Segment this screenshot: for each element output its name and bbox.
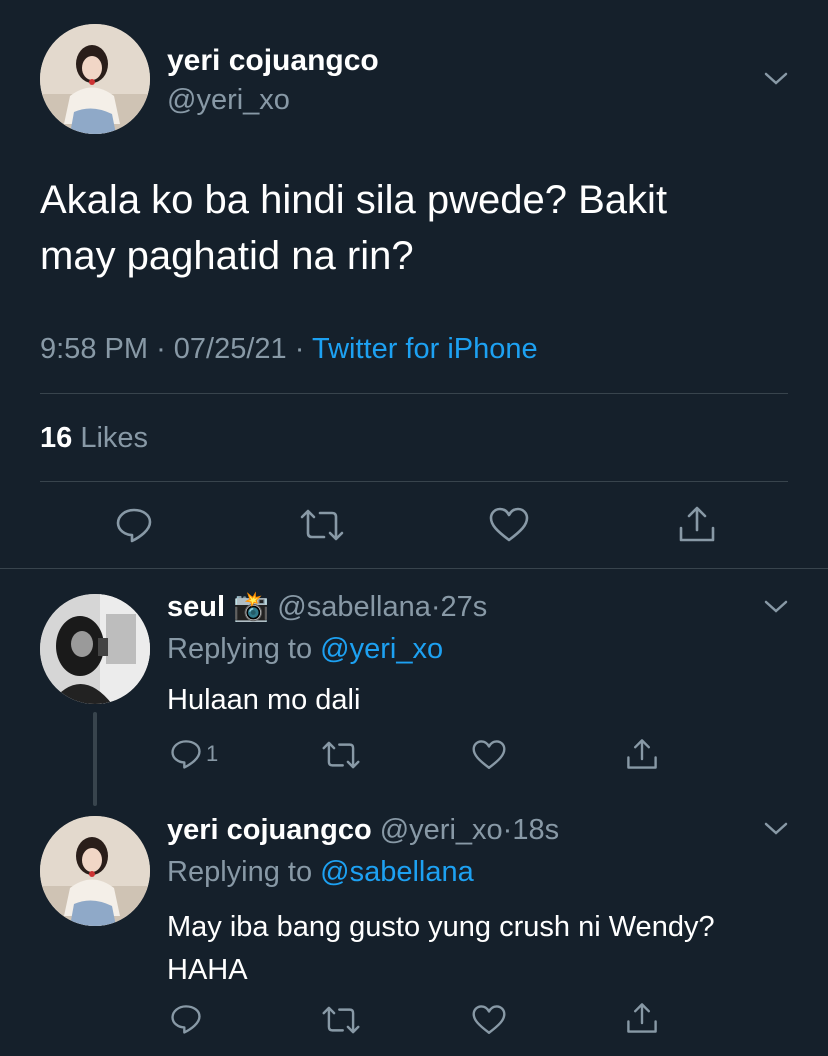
replying-to: Replying to @sabellana [167,856,474,889]
tweet-meta: 9:58 PM · 07/25/21 · Twitter for iPhone [40,333,538,366]
like-icon[interactable] [472,1004,506,1036]
avatar[interactable] [40,816,150,926]
chevron-down-icon[interactable] [763,820,789,838]
reply-time: 18s [512,814,560,846]
tweet-date: 07/25/21 [173,333,287,365]
retweet-icon[interactable] [322,1004,360,1036]
replying-to-label: Replying to [167,633,313,665]
username[interactable]: @yeri_xo [380,814,503,846]
like-icon[interactable] [472,739,506,771]
avatar[interactable] [40,24,150,134]
replying-to: Replying to @yeri_xo [167,633,443,666]
reply-header: seul 📸 @sabellana·27s [167,590,487,624]
username[interactable]: @yeri_xo [167,84,290,117]
reply-icon[interactable] [115,507,153,543]
reply-text: May iba bang gusto yung crush ni Wendy? … [167,906,807,992]
reply-action[interactable]: 1 [170,738,218,770]
chevron-down-icon[interactable] [763,70,789,88]
reply-text-line: HAHA [167,954,248,986]
share-icon[interactable] [677,504,717,544]
reply-count: 1 [206,741,219,766]
likes-count: 16 [40,422,73,454]
separator-dot: · [502,814,513,846]
reply-icon[interactable] [170,738,202,770]
tweet-text-line: may paghatid na rin? [40,234,414,278]
username[interactable]: @sabellana [277,591,431,623]
share-icon[interactable] [625,736,659,772]
divider [40,393,788,394]
display-name[interactable]: yeri cojuangco [167,814,372,846]
replying-to-handle[interactable]: @sabellana [320,856,474,888]
share-icon[interactable] [625,1000,659,1036]
reply-time: 27s [440,591,488,623]
reply-text: Hulaan mo dali [167,684,361,716]
replying-to-handle[interactable]: @yeri_xo [320,633,443,665]
retweet-icon[interactable] [300,507,344,543]
reply-icon[interactable] [170,1003,202,1035]
separator-dot: · [430,591,441,623]
divider [40,481,788,482]
display-name[interactable]: seul [167,591,225,623]
separator-dot: · [156,333,166,365]
tweet-source-link[interactable]: Twitter for iPhone [312,333,538,365]
camera-flash-emoji: 📸 [233,591,270,623]
tweet-time: 9:58 PM [40,333,148,365]
tweet-text: Akala ko ba hindi sila pwede? Bakit may … [40,172,800,284]
chevron-down-icon[interactable] [763,598,789,616]
thread-line [93,712,97,806]
display-name[interactable]: yeri cojuangco [167,44,379,78]
separator-dot: · [294,333,305,365]
reply-header: yeri cojuangco @yeri_xo·18s [167,814,559,847]
replying-to-label: Replying to [167,856,313,888]
retweet-icon[interactable] [322,739,360,771]
like-icon[interactable] [489,507,529,543]
likes-label: Likes [80,422,149,454]
likes-summary[interactable]: 16 Likes [40,422,148,455]
divider [0,568,828,569]
avatar[interactable] [40,594,150,704]
reply-text-line: May iba bang gusto yung crush ni Wendy? [167,911,715,943]
tweet-text-line: Akala ko ba hindi sila pwede? Bakit [40,178,668,222]
